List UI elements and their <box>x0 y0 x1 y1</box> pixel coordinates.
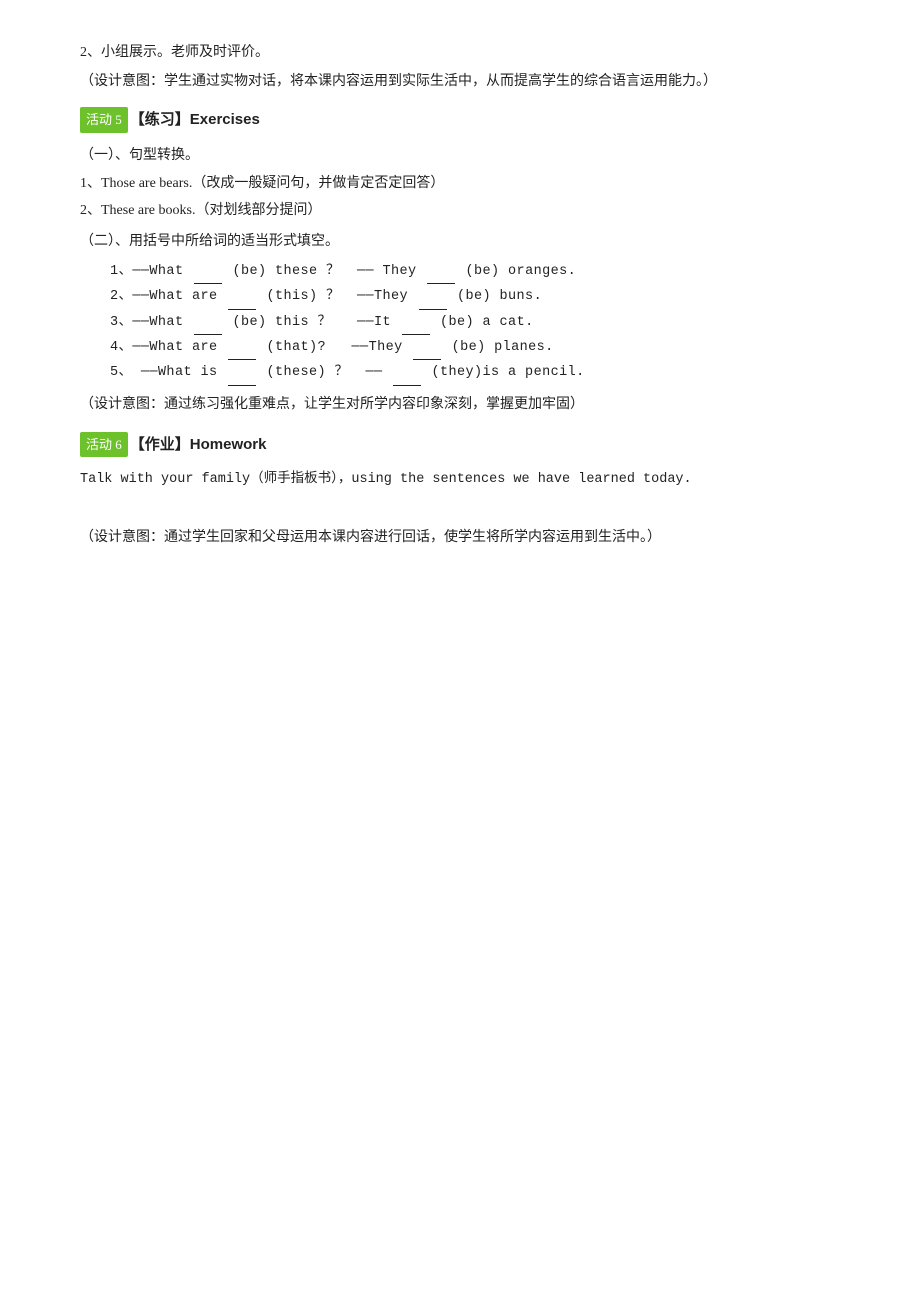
activity5-title: 【练习】Exercises <box>130 106 260 133</box>
homework-text: Talk with your family（师手指板书），using the s… <box>80 468 860 492</box>
section2-label: （二）、用括号中所给词的适当形式填空。 <box>80 229 860 254</box>
exercise-item-1: 1、Those are bears.（改成一般疑问句，并做肯定否定回答） <box>80 171 860 196</box>
fill-blank-section: 1、──What (be) these ？ ── They (be) orang… <box>80 260 860 385</box>
blank <box>194 283 222 284</box>
blank <box>393 385 421 386</box>
activity6-content: Talk with your family（师手指板书），using the s… <box>80 468 860 551</box>
activity5-header: 活动 5 【练习】Exercises <box>80 106 860 133</box>
blank <box>194 334 222 335</box>
activity6-badge: 活动 6 <box>80 432 128 457</box>
fill-blank-4: 4、──What are (that)? ──They (be) planes. <box>110 336 860 360</box>
blank <box>413 359 441 360</box>
activity6-title: 【作业】Homework <box>130 431 267 458</box>
blank <box>228 309 256 310</box>
intro-line1: 2、小组展示。老师及时评价。 <box>80 40 860 65</box>
activity6-header: 活动 6 【作业】Homework <box>80 431 860 458</box>
fill-blank-5: 5、 ──What is (these) ？ ── (they)is a pen… <box>110 361 860 385</box>
blank <box>402 334 430 335</box>
section1-label: （一）、句型转换。 <box>80 143 860 168</box>
blank <box>228 385 256 386</box>
activity5-content: （一）、句型转换。 1、Those are bears.（改成一般疑问句，并做肯… <box>80 143 860 416</box>
activity5-design-note: （设计意图：通过练习强化重难点，让学生对所学内容印象深刻，掌握更加牢固） <box>80 392 860 417</box>
blank <box>427 283 455 284</box>
fill-blank-3: 3、──What (be) this ？ ──It (be) a cat. <box>110 311 860 335</box>
activity6-design-note: （设计意图：通过学生回家和父母运用本课内容进行回话，使学生将所学内容运用到生活中… <box>80 525 860 550</box>
fill-blank-2: 2、──What are (this) ？ ──They (be) buns. <box>110 285 860 309</box>
blank <box>419 309 447 310</box>
activity5-badge: 活动 5 <box>80 107 128 132</box>
fill-blank-1: 1、──What (be) these ？ ── They (be) orang… <box>110 260 860 284</box>
blank <box>228 359 256 360</box>
exercise-item-2: 2、These are books.（对划线部分提问） <box>80 198 860 223</box>
intro-design-note: （设计意图：学生通过实物对话，将本课内容运用到实际生活中，从而提高学生的综合语言… <box>80 69 860 94</box>
